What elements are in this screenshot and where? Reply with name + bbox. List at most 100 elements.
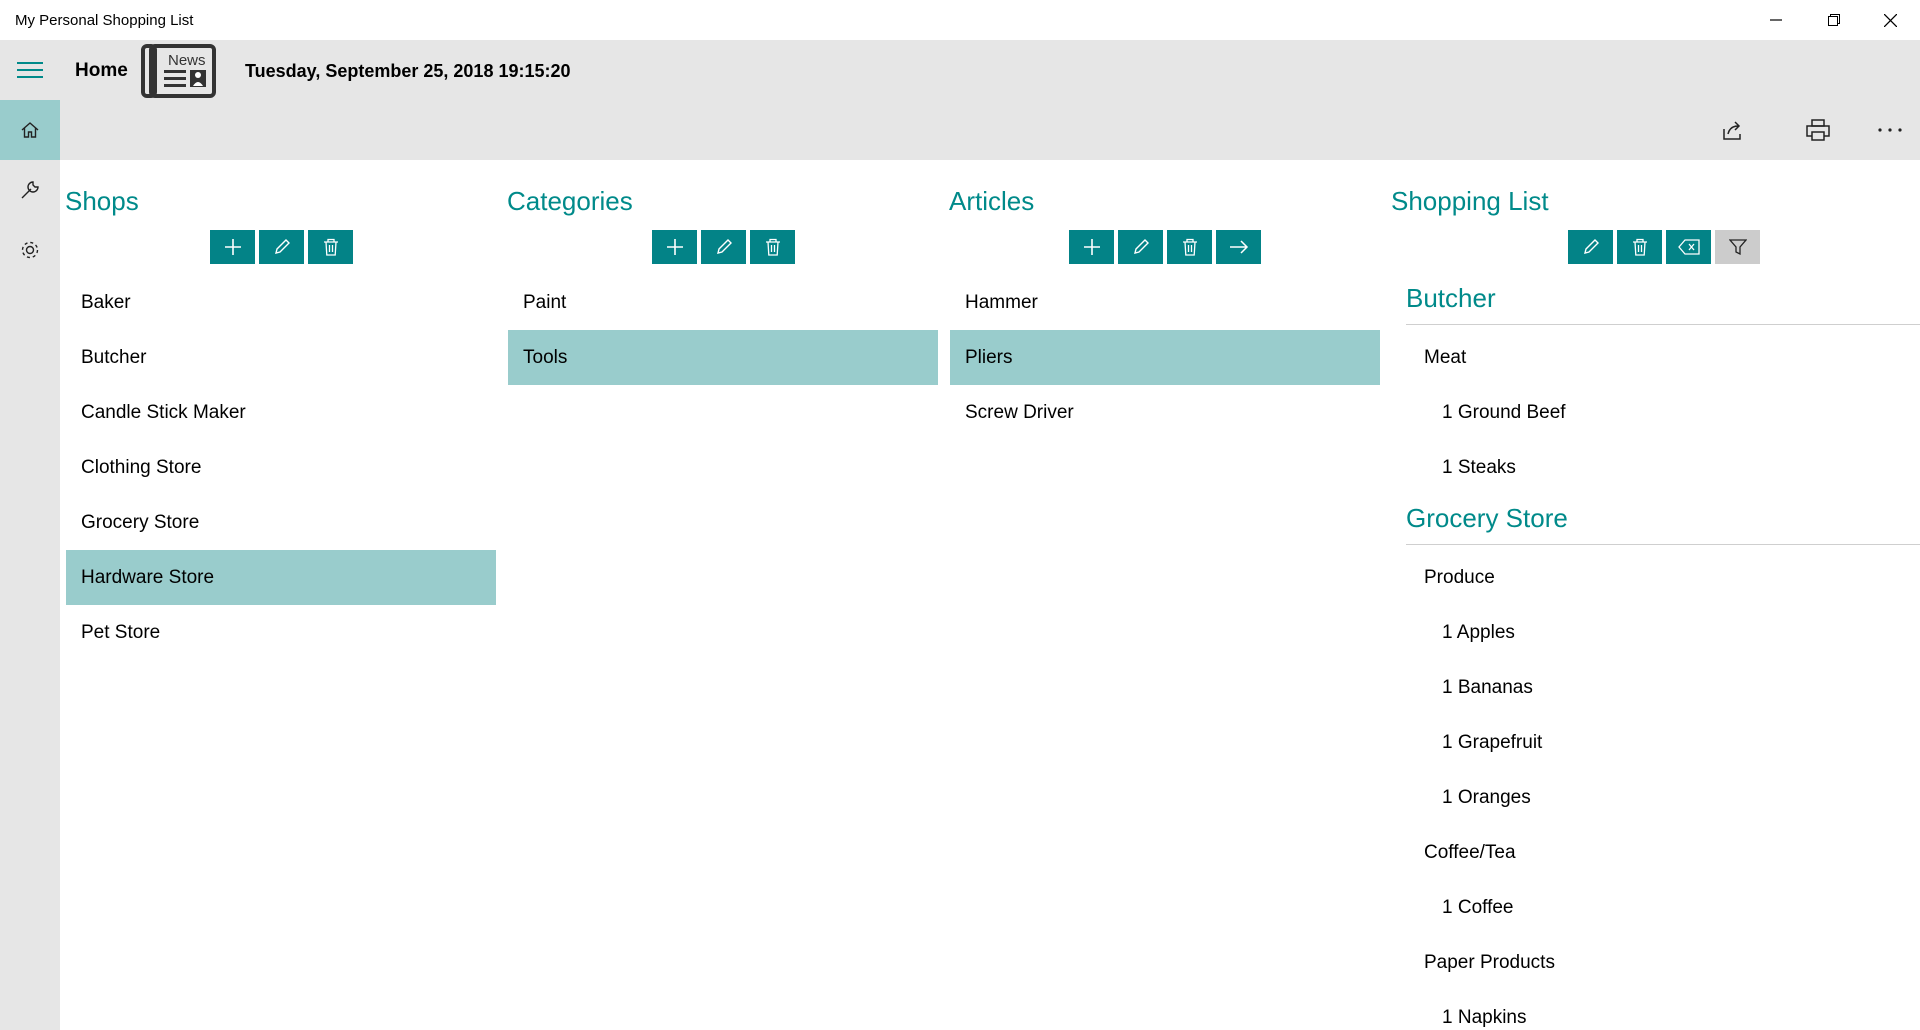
shopping-list-panel: Shopping List Butcher Meat 1 Ground Beef 1 … xyxy=(1386,160,1920,1030)
article-item[interactable]: Screw Driver xyxy=(950,385,1380,440)
nav-rail xyxy=(0,100,60,1030)
minimize-icon xyxy=(1769,19,1782,21)
edit-category-button[interactable] xyxy=(701,230,746,264)
plus-icon xyxy=(666,239,683,255)
pencil-icon xyxy=(1583,239,1599,254)
trash-icon xyxy=(1632,238,1647,256)
edit-article-button[interactable] xyxy=(1118,230,1163,264)
shopping-list: Butcher Meat 1 Ground Beef 1 Steaks Grocery … xyxy=(1406,275,1920,1030)
clear-backspace-icon xyxy=(1677,239,1700,255)
shop-item[interactable]: Pet Store xyxy=(66,605,496,660)
hamburger-icon xyxy=(17,62,43,78)
trash-icon xyxy=(323,238,338,256)
plus-icon xyxy=(224,239,241,255)
more-button[interactable] xyxy=(1860,100,1920,160)
window-title: My Personal Shopping List xyxy=(15,12,194,29)
category-item[interactable]: Tools xyxy=(508,330,938,385)
command-toolbar xyxy=(60,100,1920,160)
add-article-button[interactable] xyxy=(1069,230,1114,264)
title-bar: My Personal Shopping List xyxy=(0,0,1920,40)
shopping-list-article[interactable]: 1 Napkins xyxy=(1406,990,1920,1030)
shopping-list-article[interactable]: 1 Coffee xyxy=(1406,880,1920,935)
shop-item[interactable]: Candle Stick Maker xyxy=(66,385,496,440)
close-button[interactable] xyxy=(1862,0,1919,40)
shopping-list-article[interactable]: 1 Oranges xyxy=(1406,770,1920,825)
delete-category-button[interactable] xyxy=(750,230,795,264)
categories-list: Paint Tools xyxy=(508,275,938,385)
shopping-list-article[interactable]: 1 Apples xyxy=(1406,605,1920,660)
add-to-list-button[interactable] xyxy=(1216,230,1261,264)
article-item[interactable]: Hammer xyxy=(950,275,1380,330)
restore-button[interactable] xyxy=(1805,0,1862,40)
pencil-icon xyxy=(1133,239,1149,254)
plus-icon xyxy=(1083,239,1100,255)
share-button[interactable] xyxy=(1703,100,1763,160)
shopping-list-article[interactable]: 1 Steaks xyxy=(1406,440,1920,495)
share-icon xyxy=(1723,121,1741,140)
shops-list: Baker Butcher Candle Stick Maker Clothing S… xyxy=(66,275,496,660)
articles-actions xyxy=(1069,230,1261,264)
shop-item[interactable]: Grocery Store xyxy=(66,495,496,550)
shops-title: Shops xyxy=(65,186,139,216)
shopping-list-article[interactable]: 1 Ground Beef xyxy=(1406,385,1920,440)
articles-panel: Articles Hammer Pliers Screw Driver xyxy=(944,160,1384,1030)
edit-shop-button[interactable] xyxy=(259,230,304,264)
nav-home[interactable] xyxy=(0,100,60,160)
minimize-button[interactable] xyxy=(1747,0,1804,40)
shop-item[interactable]: Butcher xyxy=(66,330,496,385)
news-logo-text: News xyxy=(168,52,206,69)
delete-shop-button[interactable] xyxy=(308,230,353,264)
shop-item[interactable]: Hardware Store xyxy=(66,550,496,605)
print-button[interactable] xyxy=(1788,100,1848,160)
clear-list-button[interactable] xyxy=(1666,230,1711,264)
shopping-list-category: Coffee/Tea xyxy=(1424,842,1516,863)
shopping-list-article[interactable]: 1 Grapefruit xyxy=(1406,715,1920,770)
datetime-display: Tuesday, September 25, 2018 19:15:20 xyxy=(245,61,571,81)
articles-title: Articles xyxy=(949,186,1035,216)
more-icon xyxy=(1878,128,1902,132)
trash-icon xyxy=(765,238,780,256)
article-item[interactable]: Pliers xyxy=(950,330,1380,385)
shopping-list-shop-header: Butcher xyxy=(1406,275,1920,325)
nav-settings[interactable] xyxy=(0,220,60,280)
restore-icon xyxy=(1827,14,1840,26)
wrench-icon xyxy=(21,181,39,199)
shopping-list-title: Shopping List xyxy=(1391,186,1549,216)
shopping-list-category: Produce xyxy=(1424,567,1495,588)
arrow-right-icon xyxy=(1229,240,1248,254)
shopping-list-actions xyxy=(1568,230,1760,264)
pencil-icon xyxy=(274,239,290,254)
gear-icon xyxy=(21,241,39,259)
articles-list: Hammer Pliers Screw Driver xyxy=(950,275,1380,440)
shopping-list-shop-header: Grocery Store xyxy=(1406,495,1920,545)
filter-button[interactable] xyxy=(1715,230,1760,264)
trash-icon xyxy=(1182,238,1197,256)
shopping-list-category: Meat xyxy=(1424,347,1467,368)
hamburger-menu-button[interactable] xyxy=(0,40,60,100)
delete-article-button[interactable] xyxy=(1167,230,1212,264)
shop-item[interactable]: Baker xyxy=(66,275,496,330)
filter-icon xyxy=(1728,239,1747,256)
news-button[interactable]: News xyxy=(141,44,217,98)
categories-title: Categories xyxy=(507,186,633,216)
category-item[interactable]: Paint xyxy=(508,275,938,330)
pencil-icon xyxy=(716,239,732,254)
delete-list-item-button[interactable] xyxy=(1617,230,1662,264)
shops-actions xyxy=(210,230,353,264)
add-category-button[interactable] xyxy=(652,230,697,264)
home-icon xyxy=(21,122,39,138)
shopping-list-article[interactable]: 1 Bananas xyxy=(1406,660,1920,715)
shops-panel: Shops Baker Butcher Candle Stick Maker Clot… xyxy=(60,160,500,1030)
header-bar: Home News Tuesday, September 25, 2018 19… xyxy=(0,40,1920,100)
newspaper-icon: News xyxy=(141,44,216,98)
shopping-list-category: Paper Products xyxy=(1424,952,1555,973)
categories-actions xyxy=(652,230,795,264)
shop-item[interactable]: Clothing Store xyxy=(66,440,496,495)
edit-list-item-button[interactable] xyxy=(1568,230,1613,264)
add-shop-button[interactable] xyxy=(210,230,255,264)
nav-tools[interactable] xyxy=(0,160,60,220)
categories-panel: Categories Paint Tools xyxy=(502,160,942,1030)
page-title: Home xyxy=(75,60,128,81)
print-icon xyxy=(1806,119,1830,141)
close-icon xyxy=(1884,13,1897,27)
